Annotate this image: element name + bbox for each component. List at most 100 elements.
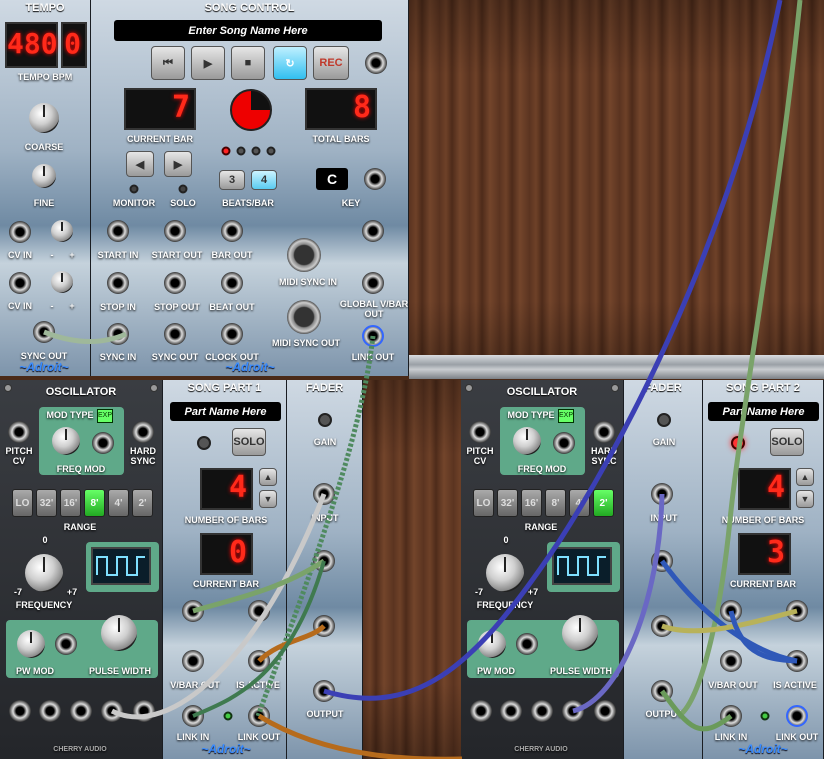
cv-in-jack-2[interactable]	[9, 272, 31, 294]
sine-out-jack[interactable]	[101, 700, 123, 722]
part1-link-in-jack[interactable]	[182, 705, 204, 727]
exp-button[interactable]: EXP	[97, 409, 113, 423]
fader1-cv-jack-2[interactable]	[313, 615, 335, 637]
pulse-width-knob[interactable]	[562, 615, 598, 651]
pw-mod-jack[interactable]	[516, 633, 538, 655]
sync-out-jack[interactable]	[164, 323, 186, 345]
range-32-button[interactable]: 32'	[497, 489, 518, 517]
rec-button[interactable]: REC	[313, 46, 349, 80]
song-control-top-out-jack[interactable]	[365, 52, 387, 74]
range-8-button[interactable]: 8'	[545, 489, 566, 517]
part1-vbar-out-jack[interactable]	[182, 650, 204, 672]
fader1-input-jack[interactable]	[313, 483, 335, 505]
saw-out-jack[interactable]	[9, 700, 31, 722]
part2-solo-button[interactable]: SOLO	[770, 428, 804, 456]
sync-in-jack[interactable]	[107, 323, 129, 345]
midi-sync-in-port[interactable]	[287, 238, 321, 272]
global-vbar-out-jack[interactable]	[362, 272, 384, 294]
rewind-button[interactable]: ⏮	[151, 46, 185, 80]
stop-button[interactable]: ■	[231, 46, 265, 80]
start-out-jack[interactable]	[164, 220, 186, 242]
bar-out-jack[interactable]	[221, 220, 243, 242]
range-2-button[interactable]: 2'	[593, 489, 614, 517]
part1-is-active-jack[interactable]	[248, 650, 270, 672]
frequency-knob[interactable]	[25, 554, 63, 592]
fader2-cv-jack-2[interactable]	[651, 615, 673, 637]
ramp-out-jack[interactable]	[39, 700, 61, 722]
part1-jack-b[interactable]	[248, 600, 270, 622]
part2-link-in-jack[interactable]	[720, 705, 742, 727]
key-out-jack[interactable]	[364, 168, 386, 190]
start-in-jack[interactable]	[107, 220, 129, 242]
link-out-jack[interactable]	[362, 325, 384, 347]
fader2-cv-jack-1[interactable]	[651, 550, 673, 572]
sine-out-jack[interactable]	[562, 700, 584, 722]
range-4-button[interactable]: 4'	[569, 489, 590, 517]
part1-link-out-jack[interactable]	[248, 705, 270, 727]
pw-mod-jack[interactable]	[55, 633, 77, 655]
part1-jack-a[interactable]	[182, 600, 204, 622]
play-button[interactable]: ▶	[191, 46, 225, 80]
tempo-sync-out-jack[interactable]	[33, 321, 55, 343]
cv-amount-knob-1[interactable]	[51, 220, 73, 242]
part2-is-active-jack[interactable]	[786, 650, 808, 672]
triangle-out-jack[interactable]	[594, 700, 616, 722]
fader1-output-jack[interactable]	[313, 680, 335, 702]
range-2-button[interactable]: 2'	[132, 489, 153, 517]
part1-bars-down-button[interactable]: ▼	[259, 490, 277, 508]
fine-knob[interactable]	[32, 164, 56, 188]
ramp-out-jack[interactable]	[500, 700, 522, 722]
beats-4-button[interactable]: 4	[251, 170, 277, 190]
pulse-width-knob[interactable]	[101, 615, 137, 651]
range-lo-button[interactable]: LO	[12, 489, 33, 517]
hard-sync-jack[interactable]	[593, 421, 615, 443]
part2-jack-b[interactable]	[786, 600, 808, 622]
part2-bars-up-button[interactable]: ▲	[796, 468, 814, 486]
monitor-left-button[interactable]: ◀	[126, 151, 154, 177]
fader2-output-jack[interactable]	[651, 680, 673, 702]
exp-button[interactable]: EXP	[558, 409, 574, 423]
part1-solo-button[interactable]: SOLO	[232, 428, 266, 456]
key-display[interactable]: C	[316, 168, 348, 190]
part2-vbar-out-jack[interactable]	[720, 650, 742, 672]
beats-3-button[interactable]: 3	[219, 170, 245, 190]
pitch-cv-jack[interactable]	[8, 421, 30, 443]
hard-sync-jack[interactable]	[132, 421, 154, 443]
frequency-knob[interactable]	[486, 554, 524, 592]
cv-in-jack-1[interactable]	[9, 221, 31, 243]
range-lo-button[interactable]: LO	[473, 489, 494, 517]
part2-bars-down-button[interactable]: ▼	[796, 490, 814, 508]
triangle-out-jack[interactable]	[133, 700, 155, 722]
part1-name-field[interactable]: Part Name Here	[170, 402, 281, 421]
pulse-out-jack[interactable]	[531, 700, 553, 722]
song-name-field[interactable]: Enter Song Name Here	[114, 20, 382, 41]
global-top-jack[interactable]	[362, 220, 384, 242]
fader1-cv-jack-1[interactable]	[313, 550, 335, 572]
range-16-button[interactable]: 16'	[60, 489, 81, 517]
fader2-input-jack[interactable]	[651, 483, 673, 505]
part2-jack-a[interactable]	[720, 600, 742, 622]
pitch-cv-jack[interactable]	[469, 421, 491, 443]
monitor-right-button[interactable]: ▶	[164, 151, 192, 177]
loop-button[interactable]: ↻	[273, 46, 307, 80]
saw-out-jack[interactable]	[470, 700, 492, 722]
part2-name-field[interactable]: Part Name Here	[708, 402, 819, 421]
cv-amount-knob-2[interactable]	[51, 271, 73, 293]
freq-mod-knob[interactable]	[52, 427, 80, 455]
pulse-out-jack[interactable]	[70, 700, 92, 722]
pw-mod-knob[interactable]	[17, 630, 45, 658]
stop-out-jack[interactable]	[164, 272, 186, 294]
part1-bars-up-button[interactable]: ▲	[259, 468, 277, 486]
part2-link-out-jack[interactable]	[786, 705, 808, 727]
range-16-button[interactable]: 16'	[521, 489, 542, 517]
range-4-button[interactable]: 4'	[108, 489, 129, 517]
range-32-button[interactable]: 32'	[36, 489, 57, 517]
clock-out-jack[interactable]	[221, 323, 243, 345]
beat-out-jack[interactable]	[221, 272, 243, 294]
freq-mod-jack[interactable]	[92, 432, 114, 454]
range-8-button[interactable]: 8'	[84, 489, 105, 517]
freq-mod-knob[interactable]	[513, 427, 541, 455]
freq-mod-jack[interactable]	[553, 432, 575, 454]
stop-in-jack[interactable]	[107, 272, 129, 294]
pw-mod-knob[interactable]	[478, 630, 506, 658]
